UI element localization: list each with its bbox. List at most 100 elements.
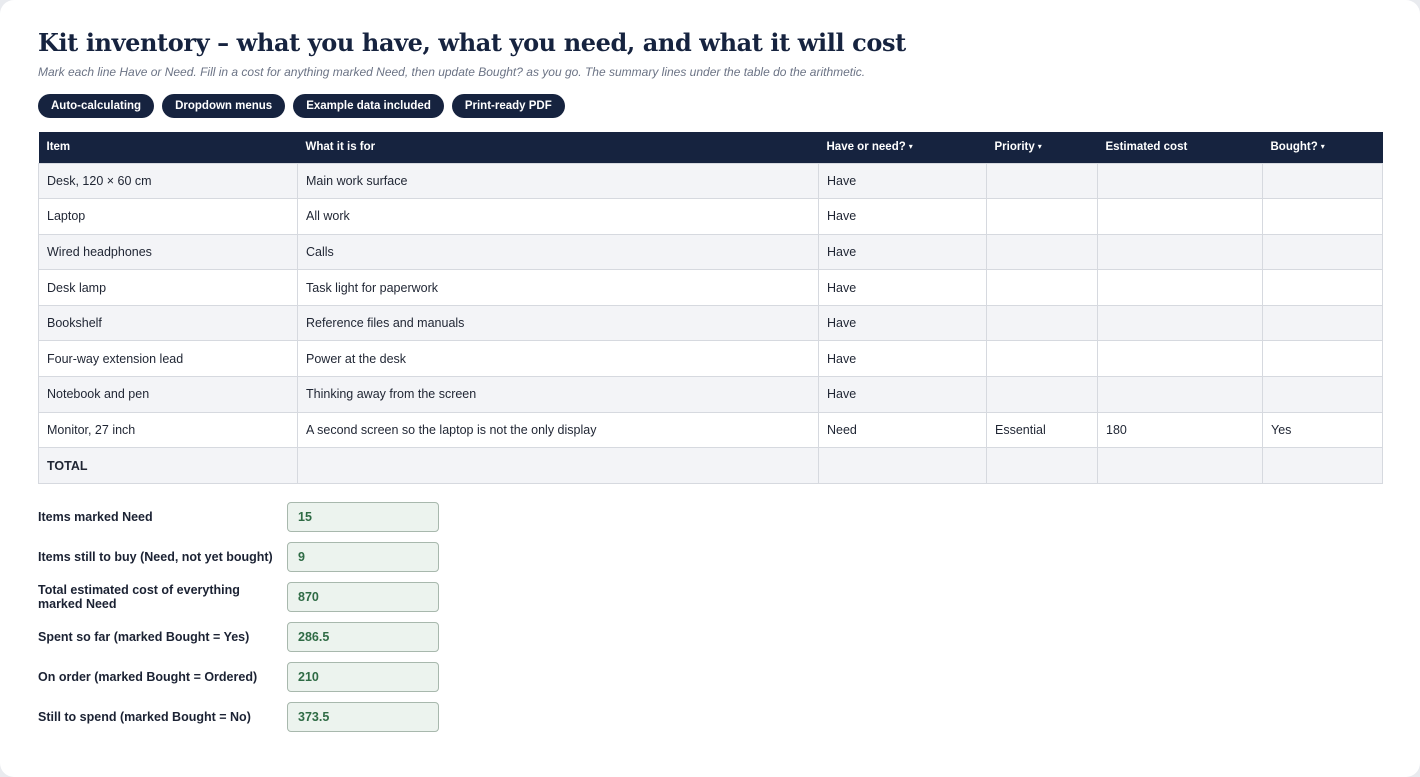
badge-auto-calculating: Auto-calculating — [38, 94, 155, 118]
cell-priority[interactable] — [986, 162, 1098, 200]
cell-purpose[interactable]: All work — [297, 198, 819, 235]
cell-bought[interactable] — [1262, 304, 1383, 342]
cell-cost[interactable] — [1097, 233, 1263, 271]
badge-example-data: Example data included — [293, 94, 444, 118]
inventory-card: Kit inventory – what you have, what you … — [0, 0, 1420, 777]
total-label: TOTAL — [38, 447, 298, 484]
summary-row-on-order: On order (marked Bought = Ordered) 210 — [38, 662, 448, 702]
cell-status[interactable]: Have — [818, 198, 987, 235]
cell-priority[interactable] — [986, 269, 1098, 306]
cell-item[interactable]: Monitor, 27 inch — [38, 411, 298, 449]
summary-value-on-order: 210 — [287, 662, 439, 692]
total-cell — [1262, 447, 1383, 484]
cell-status[interactable]: Have — [818, 340, 987, 378]
summary-value-spent: 286.5 — [287, 622, 439, 652]
cell-cost[interactable] — [1097, 269, 1263, 306]
summary-section: Items marked Need 15 Items still to buy … — [38, 502, 448, 742]
summary-value-total-cost: 870 — [287, 582, 439, 612]
cell-item[interactable]: Notebook and pen — [38, 376, 298, 413]
cell-purpose[interactable]: Calls — [297, 233, 819, 271]
badge-print-ready: Print-ready PDF — [451, 94, 565, 118]
table-row: Desk, 120 × 60 cm Main work surface Have — [38, 162, 1383, 200]
column-header-purpose: What it is for — [297, 132, 819, 163]
cell-status[interactable]: Have — [818, 304, 987, 342]
summary-value-still-to-buy: 9 — [287, 542, 439, 572]
table-row: Four-way extension lead Power at the des… — [38, 340, 1383, 378]
dropdown-caret-icon[interactable]: ▾ — [1038, 142, 1042, 151]
table-row: Desk lamp Task light for paperwork Have — [38, 269, 1383, 306]
cell-status[interactable]: Have — [818, 233, 987, 271]
cell-bought[interactable]: Yes — [1262, 411, 1383, 449]
cell-priority[interactable] — [986, 304, 1098, 342]
column-header-priority[interactable]: Priority ▾ — [986, 132, 1098, 163]
cell-priority[interactable] — [986, 198, 1098, 235]
cell-priority[interactable] — [986, 376, 1098, 413]
cell-bought[interactable] — [1262, 198, 1383, 235]
dropdown-caret-icon[interactable]: ▾ — [909, 142, 913, 151]
cell-bought[interactable] — [1262, 233, 1383, 271]
column-header-item: Item — [38, 132, 298, 163]
cell-purpose[interactable]: Reference files and manuals — [297, 304, 819, 342]
summary-label: Items marked Need — [38, 510, 153, 524]
table-row: Laptop All work Have — [38, 198, 1383, 235]
cell-status[interactable]: Have — [818, 162, 987, 200]
summary-row-total-cost: Total estimated cost of everything marke… — [38, 582, 448, 622]
cell-priority[interactable] — [986, 340, 1098, 378]
cell-cost[interactable]: 180 — [1097, 411, 1263, 449]
cell-cost[interactable] — [1097, 340, 1263, 378]
summary-value-still-to-spend: 373.5 — [287, 702, 439, 732]
cell-item[interactable]: Desk, 120 × 60 cm — [38, 162, 298, 200]
column-header-bought[interactable]: Bought? ▾ — [1262, 132, 1383, 163]
cell-priority[interactable]: Essential — [986, 411, 1098, 449]
summary-value-need-count: 15 — [287, 502, 439, 532]
dropdown-caret-icon[interactable]: ▾ — [1321, 142, 1325, 151]
cell-cost[interactable] — [1097, 304, 1263, 342]
cell-item[interactable]: Four-way extension lead — [38, 340, 298, 378]
cell-status[interactable]: Need — [818, 411, 987, 449]
table-row: Bookshelf Reference files and manuals Ha… — [38, 304, 1383, 342]
total-cell — [1097, 447, 1263, 484]
cell-bought[interactable] — [1262, 376, 1383, 413]
page-title: Kit inventory – what you have, what you … — [38, 28, 906, 57]
cell-bought[interactable] — [1262, 340, 1383, 378]
cell-cost[interactable] — [1097, 376, 1263, 413]
table-row: Wired headphones Calls Have — [38, 233, 1383, 271]
feature-badges: Auto-calculating Dropdown menus Example … — [38, 94, 565, 118]
cell-item[interactable]: Desk lamp — [38, 269, 298, 306]
summary-label: Still to spend (marked Bought = No) — [38, 710, 251, 724]
summary-label: Spent so far (marked Bought = Yes) — [38, 630, 250, 644]
summary-row-still-to-spend: Still to spend (marked Bought = No) 373.… — [38, 702, 448, 742]
cell-item[interactable]: Laptop — [38, 198, 298, 235]
total-cell — [986, 447, 1098, 484]
cell-item[interactable]: Wired headphones — [38, 233, 298, 271]
column-header-cost: Estimated cost — [1097, 132, 1263, 163]
cell-bought[interactable] — [1262, 269, 1383, 306]
page-subtitle: Mark each line Have or Need. Fill in a c… — [38, 65, 866, 79]
inventory-table: Item What it is for Have or need? ▾ Prior… — [38, 132, 1383, 484]
table-header-row: Item What it is for Have or need? ▾ Prior… — [38, 132, 1383, 163]
summary-label: On order (marked Bought = Ordered) — [38, 670, 258, 684]
column-header-status[interactable]: Have or need? ▾ — [818, 132, 987, 163]
total-cell — [297, 447, 819, 484]
cell-status[interactable]: Have — [818, 269, 987, 306]
cell-cost[interactable] — [1097, 162, 1263, 200]
table-row: Monitor, 27 inch A second screen so the … — [38, 411, 1383, 449]
table-row: Notebook and pen Thinking away from the … — [38, 376, 1383, 413]
cell-item[interactable]: Bookshelf — [38, 304, 298, 342]
cell-purpose[interactable]: A second screen so the laptop is not the… — [297, 411, 819, 449]
total-row: TOTAL — [38, 447, 1383, 484]
cell-purpose[interactable]: Task light for paperwork — [297, 269, 819, 306]
cell-purpose[interactable]: Main work surface — [297, 162, 819, 200]
summary-label: Items still to buy (Need, not yet bought… — [38, 550, 273, 564]
summary-label: Total estimated cost of everything marke… — [38, 583, 240, 611]
cell-purpose[interactable]: Thinking away from the screen — [297, 376, 819, 413]
badge-dropdown-menus: Dropdown menus — [162, 94, 286, 118]
cell-bought[interactable] — [1262, 162, 1383, 200]
cell-priority[interactable] — [986, 233, 1098, 271]
cell-purpose[interactable]: Power at the desk — [297, 340, 819, 378]
summary-row-spent: Spent so far (marked Bought = Yes) 286.5 — [38, 622, 448, 662]
total-cell — [818, 447, 987, 484]
summary-row-need-count: Items marked Need 15 — [38, 502, 448, 542]
cell-status[interactable]: Have — [818, 376, 987, 413]
cell-cost[interactable] — [1097, 198, 1263, 235]
